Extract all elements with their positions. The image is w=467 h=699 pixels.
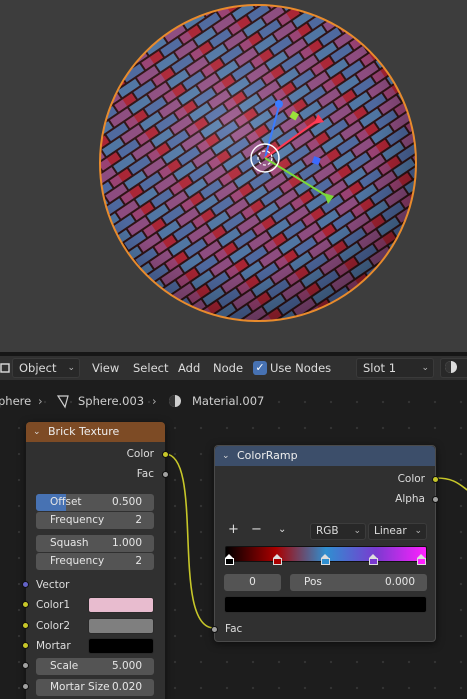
ramp-stop-marker[interactable] bbox=[369, 554, 378, 565]
color-mode-label: RGB bbox=[316, 525, 339, 537]
scale-value: 5.000 bbox=[111, 660, 142, 672]
squash-value: 1.000 bbox=[111, 537, 142, 549]
output-color-label: Color bbox=[126, 448, 154, 460]
menu-select[interactable]: Select bbox=[133, 356, 168, 380]
sphere-render bbox=[99, 4, 417, 322]
output-color-socket[interactable] bbox=[432, 476, 439, 483]
material-sphere-icon bbox=[445, 361, 457, 373]
ramp-stop-marker[interactable] bbox=[417, 554, 426, 565]
interpolation-label: Linear bbox=[374, 525, 407, 537]
input-mortar-socket[interactable] bbox=[22, 642, 29, 649]
object-mode-label: Object bbox=[19, 361, 57, 375]
input-fac-socket[interactable] bbox=[211, 626, 218, 633]
mortar-size-label: Mortar Size bbox=[50, 681, 110, 693]
slot-label: Slot 1 bbox=[363, 361, 397, 375]
use-nodes-label: Use Nodes bbox=[270, 361, 332, 375]
input-color2-socket[interactable] bbox=[22, 622, 29, 629]
offset-frequency-field[interactable]: Frequency 2 bbox=[36, 512, 154, 529]
offset-frequency-value: 2 bbox=[135, 514, 142, 526]
squash-field[interactable]: Squash 1.000 bbox=[36, 535, 154, 552]
squash-label: Squash bbox=[50, 537, 89, 549]
scale-label: Scale bbox=[50, 660, 79, 672]
stop-position-field[interactable]: Pos 0.000 bbox=[290, 574, 427, 591]
chevron-down-icon: ⌄ bbox=[421, 363, 429, 373]
scale-field[interactable]: Scale 5.000 bbox=[36, 658, 154, 675]
node-editor-header: Object ⌄ View Select Add Node ✓ Use Node… bbox=[0, 356, 467, 380]
menu-add[interactable]: Add bbox=[178, 356, 200, 380]
menu-node[interactable]: Node bbox=[213, 356, 243, 380]
mortar-size-value: 0.020 bbox=[111, 681, 142, 693]
color2-swatch[interactable] bbox=[88, 618, 154, 634]
node-header[interactable]: ⌄ Brick Texture bbox=[26, 422, 165, 442]
editor-type-icon[interactable] bbox=[0, 356, 10, 380]
node-title: ColorRamp bbox=[237, 449, 298, 462]
output-color-socket[interactable] bbox=[162, 451, 169, 458]
material-browse-button[interactable] bbox=[440, 358, 467, 378]
ramp-stop-marker[interactable] bbox=[273, 554, 282, 565]
3d-viewport[interactable] bbox=[0, 0, 467, 352]
squash-frequency-field[interactable]: Frequency 2 bbox=[36, 553, 154, 570]
input-vector-label: Vector bbox=[36, 579, 70, 591]
slot-dropdown[interactable]: Slot 1 ⌄ bbox=[356, 358, 434, 378]
output-color-label: Color bbox=[397, 473, 425, 485]
object-mode-dropdown[interactable]: Object ⌄ bbox=[12, 358, 80, 378]
input-mortar-size-socket[interactable] bbox=[22, 683, 29, 690]
offset-label: Offset bbox=[50, 496, 82, 508]
input-fac-label: Fac bbox=[225, 623, 243, 635]
active-stop-index-field[interactable]: 0 bbox=[224, 574, 281, 591]
ramp-menu-chevron-icon[interactable]: ⌄ bbox=[278, 522, 286, 538]
squash-frequency-label: Frequency bbox=[50, 555, 105, 567]
mortar-swatch[interactable] bbox=[88, 638, 154, 654]
output-alpha-label: Alpha bbox=[395, 493, 425, 505]
blender-window: Object ⌄ View Select Add Node ✓ Use Node… bbox=[0, 0, 467, 699]
color1-swatch[interactable] bbox=[88, 597, 154, 613]
brick-texture-node[interactable]: ⌄ Brick Texture Color Fac Offset 0.500 F… bbox=[22, 422, 169, 699]
use-nodes-checkbox[interactable]: ✓ bbox=[253, 361, 267, 375]
chevron-down-icon: ⌄ bbox=[414, 526, 422, 536]
chevron-down-icon: ⌄ bbox=[353, 526, 361, 536]
squash-frequency-value: 2 bbox=[135, 555, 142, 567]
interpolation-dropdown[interactable]: Linear ⌄ bbox=[368, 523, 427, 540]
node-title: Brick Texture bbox=[48, 425, 120, 438]
chevron-down-icon: ⌄ bbox=[67, 363, 75, 373]
node-editor-canvas[interactable]: phere › Sphere.003 › Material.007 ⌄ Bric… bbox=[0, 380, 467, 699]
offset-frequency-label: Frequency bbox=[50, 514, 105, 526]
link-ramp-color-out bbox=[435, 477, 467, 491]
remove-stop-button[interactable]: − bbox=[251, 522, 262, 538]
stop-position-value: 0.000 bbox=[384, 576, 415, 588]
input-vector-socket[interactable] bbox=[22, 581, 29, 588]
input-color1-socket[interactable] bbox=[22, 601, 29, 608]
input-color1-label: Color1 bbox=[36, 599, 71, 611]
offset-value: 0.500 bbox=[111, 496, 142, 508]
stop-position-label: Pos bbox=[304, 576, 322, 588]
ramp-stop-marker[interactable] bbox=[321, 554, 330, 565]
output-alpha-socket[interactable] bbox=[432, 496, 439, 503]
color-mode-dropdown[interactable]: RGB ⌄ bbox=[310, 523, 366, 540]
input-mortar-label: Mortar bbox=[36, 640, 71, 652]
collapse-arrow-icon[interactable]: ⌄ bbox=[33, 422, 41, 442]
output-fac-label: Fac bbox=[136, 468, 154, 480]
link-color-to-fac bbox=[164, 453, 215, 629]
offset-field[interactable]: Offset 0.500 bbox=[36, 494, 154, 511]
stop-color-field[interactable] bbox=[224, 596, 427, 613]
input-scale-socket[interactable] bbox=[22, 662, 29, 669]
node-header[interactable]: ⌄ ColorRamp bbox=[215, 446, 435, 466]
output-fac-socket[interactable] bbox=[162, 471, 169, 478]
active-stop-index-value: 0 bbox=[249, 576, 256, 588]
collapse-arrow-icon[interactable]: ⌄ bbox=[222, 446, 230, 466]
ramp-stop-marker[interactable] bbox=[225, 554, 234, 565]
mortar-size-field[interactable]: Mortar Size 0.020 bbox=[36, 679, 154, 696]
input-color2-label: Color2 bbox=[36, 620, 71, 632]
add-stop-button[interactable]: + bbox=[228, 522, 239, 538]
menu-view[interactable]: View bbox=[92, 356, 119, 380]
colorramp-node[interactable]: ⌄ ColorRamp Color Alpha + − ⌄ RGB ⌄ Line… bbox=[211, 445, 439, 642]
